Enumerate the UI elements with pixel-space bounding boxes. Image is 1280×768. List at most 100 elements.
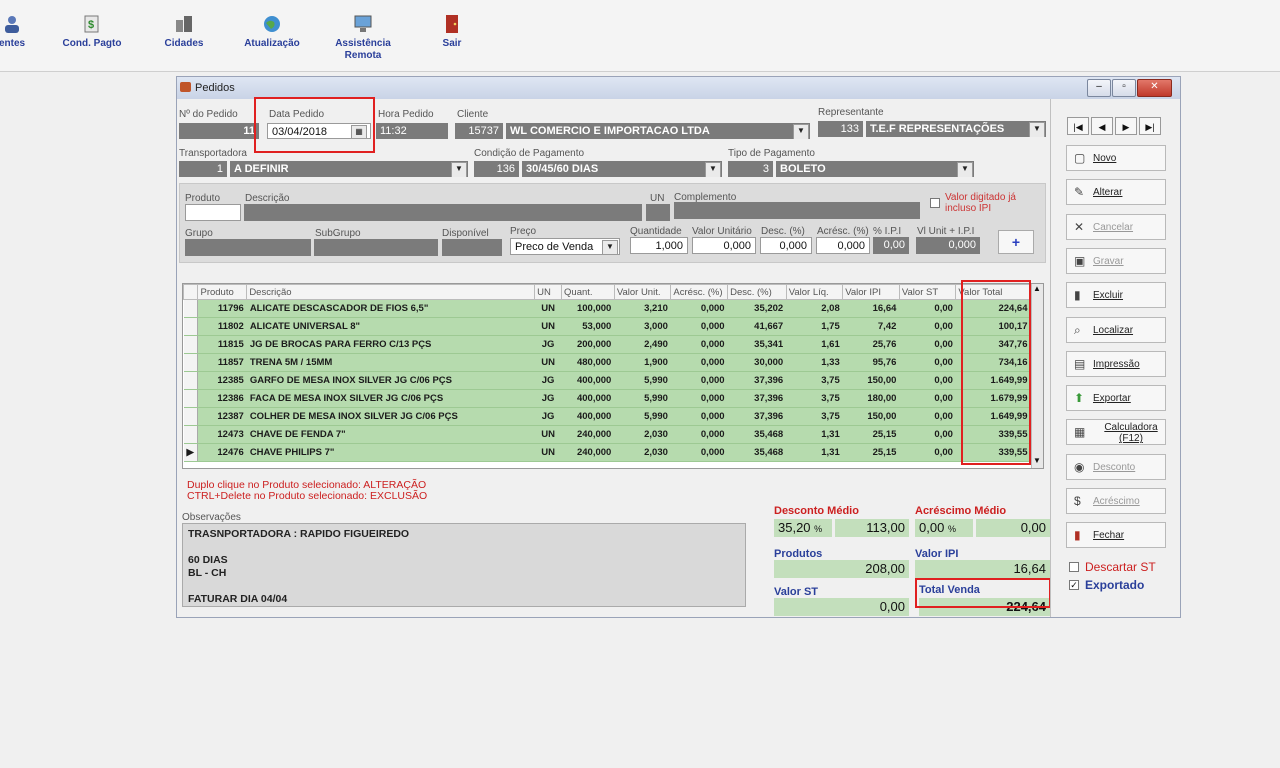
- table-cell: 1,33: [786, 353, 843, 372]
- column-header[interactable]: Valor Unit.: [613, 284, 672, 300]
- valor-ipi-value: 16,64: [915, 560, 1050, 578]
- cliente-code-field[interactable]: 15737: [455, 123, 503, 139]
- table-cell: 25,76: [842, 335, 900, 354]
- table-cell: JG: [534, 407, 562, 426]
- table-cell: 2,08: [786, 299, 843, 318]
- pedido-number-field[interactable]: 11: [179, 123, 259, 139]
- valor-st-label: Valor ST: [774, 586, 819, 598]
- previous-record-button[interactable]: ◀: [1091, 117, 1113, 135]
- close-door-icon: ▮: [1074, 528, 1081, 543]
- column-header[interactable]: Produto: [197, 284, 248, 300]
- acresc-input[interactable]: 0,000: [816, 237, 870, 254]
- tipo-select[interactable]: BOLETO ▼: [776, 161, 974, 177]
- chevron-down-icon[interactable]: ▼: [602, 240, 618, 254]
- descartar-st-checkbox[interactable]: [1069, 562, 1079, 572]
- desconto-button[interactable]: ◉ Desconto: [1066, 453, 1166, 480]
- condicao-select[interactable]: 30/45/60 DIAS ▼: [522, 161, 722, 177]
- gravar-button[interactable]: ▣ Gravar: [1066, 247, 1166, 274]
- table-row[interactable]: 11796 ALICATE DESCASCADOR DE FIOS 6,5" UN 1…: [183, 299, 1031, 318]
- toolbar-sair-button[interactable]: Sair: [432, 14, 472, 49]
- ipi-pct-field[interactable]: 0,00: [873, 237, 909, 254]
- toolbar-atualizacao-button[interactable]: Atualização: [236, 14, 308, 49]
- representante-code-field[interactable]: 133: [818, 121, 863, 137]
- table-row[interactable]: 12386 FACA DE MESA INOX SILVER JG C/06 PÇ…: [183, 389, 1031, 408]
- column-header[interactable]: Desc. (%): [727, 284, 787, 300]
- column-header[interactable]: Descrição: [246, 284, 536, 300]
- table-cell: 1,31: [786, 443, 843, 462]
- toolbar-cond-pagto-button[interactable]: $ Cond. Pagto: [56, 14, 128, 49]
- table-row[interactable]: 11857 TRENA 5M / 15MM UN 480,000 1,900 0,000 3…: [183, 353, 1031, 372]
- table-row[interactable]: 12387 COLHER DE MESA INOX SILVER JG C/06 …: [183, 407, 1031, 426]
- table-cell: 180,00: [842, 389, 900, 408]
- column-header[interactable]: Acrésc. (%): [670, 284, 729, 300]
- transportadora-code-field[interactable]: 1: [179, 161, 227, 177]
- tipo-code-field[interactable]: 3: [728, 161, 773, 177]
- table-row[interactable]: 12473 CHAVE DE FENDA 7" UN 240,000 2,030 0,00…: [183, 425, 1031, 444]
- scroll-up-icon[interactable]: ▲: [1033, 284, 1041, 293]
- descricao-input[interactable]: [244, 204, 642, 221]
- column-header[interactable]: Valor ST: [898, 284, 957, 300]
- calculadora-button[interactable]: ▦ Calculadora (F12): [1066, 419, 1166, 446]
- toolbar-cidades-button[interactable]: Cidades: [156, 14, 212, 49]
- subgrupo-input[interactable]: [314, 239, 438, 256]
- toolbar-assistencia-button[interactable]: Assistência Remota: [328, 14, 398, 62]
- table-row[interactable]: 12385 GARFO DE MESA INOX SILVER JG C/06 P…: [183, 371, 1031, 390]
- alterar-button[interactable]: ✎ Alterar: [1066, 179, 1166, 206]
- excluir-button[interactable]: ▮ Excluir: [1066, 282, 1166, 309]
- transportadora-select[interactable]: A DEFINIR ▼: [230, 161, 468, 177]
- table-cell: 1,61: [786, 335, 843, 354]
- column-header[interactable]: Quant.: [561, 284, 615, 300]
- produto-input[interactable]: [185, 204, 241, 221]
- impressao-button[interactable]: ▤ Impressão: [1066, 350, 1166, 377]
- exportar-button[interactable]: ⬆ Exportar: [1066, 385, 1166, 412]
- table-cell: 12385: [197, 371, 247, 390]
- desc-label: Desc. (%): [761, 226, 805, 237]
- acrescimo-button[interactable]: $ Acréscimo: [1066, 488, 1166, 514]
- condicao-code-field[interactable]: 136: [474, 161, 519, 177]
- ipi-pct-label: % I.P.I: [873, 226, 902, 237]
- next-record-button[interactable]: ▶: [1115, 117, 1137, 135]
- pedido-form: Nº do Pedido 11 Data Pedido 03/04/2018 ▦…: [177, 97, 1051, 617]
- maximize-button[interactable]: ▫: [1112, 79, 1136, 97]
- chevron-down-icon[interactable]: ▼: [957, 162, 973, 177]
- grupo-input[interactable]: [185, 239, 311, 256]
- cliente-select[interactable]: WL COMERCIO E IMPORTACAO LTDA ▼: [506, 123, 810, 139]
- un-label: UN: [650, 193, 665, 204]
- table-cell: 16,64: [842, 299, 900, 318]
- cancelar-button[interactable]: ✕ Cancelar: [1066, 213, 1166, 240]
- column-header[interactable]: Valor IPI: [842, 284, 900, 300]
- last-record-button[interactable]: ▶|: [1139, 117, 1161, 135]
- grid-scrollbar[interactable]: ▲ ▼: [1031, 284, 1043, 468]
- table-row[interactable]: 11815 JG DE BROCAS PARA FERRO C/13 PÇS JG 2…: [183, 335, 1031, 354]
- close-window-button[interactable]: ✕: [1137, 79, 1172, 97]
- chevron-down-icon[interactable]: ▼: [705, 162, 721, 177]
- table-row[interactable]: 11802 ALICATE UNIVERSAL 8" UN 53,000 3,000 0,…: [183, 317, 1031, 336]
- hora-pedido-field[interactable]: 11:32: [376, 123, 448, 139]
- chevron-down-icon[interactable]: ▼: [451, 162, 467, 177]
- add-item-button[interactable]: +: [998, 230, 1034, 254]
- localizar-button[interactable]: ⌕ Localizar: [1066, 316, 1166, 343]
- exportado-checkbox[interactable]: ✓: [1069, 580, 1079, 590]
- representante-select[interactable]: T.E.F REPRESENTAÇÕES ▼: [866, 121, 1046, 137]
- fechar-button[interactable]: ▮ Fechar: [1066, 522, 1166, 549]
- scroll-down-icon[interactable]: ▼: [1033, 456, 1041, 465]
- search-icon: ⌕: [1074, 322, 1081, 337]
- minimize-button[interactable]: ‒: [1087, 79, 1111, 97]
- chevron-down-icon[interactable]: ▼: [1029, 122, 1045, 137]
- novo-button[interactable]: ▢ Novo: [1066, 145, 1166, 171]
- ipi-included-checkbox[interactable]: [930, 198, 940, 208]
- desc-input[interactable]: 0,000: [760, 237, 812, 254]
- column-header[interactable]: Valor Líq.: [785, 284, 844, 300]
- toolbar-clientes-button[interactable]: entes: [0, 14, 34, 49]
- complemento-input[interactable]: [674, 202, 920, 219]
- first-record-button[interactable]: |◀: [1067, 117, 1089, 135]
- un-input[interactable]: [646, 204, 670, 221]
- preco-select[interactable]: Preco de Venda ▼: [510, 238, 620, 255]
- table-cell: UN: [534, 443, 562, 462]
- quantidade-input[interactable]: 1,000: [630, 237, 688, 254]
- valor-unitario-input[interactable]: 0,000: [692, 237, 756, 254]
- chevron-down-icon[interactable]: ▼: [793, 124, 809, 139]
- column-header[interactable]: UN: [534, 284, 563, 300]
- observacoes-textarea[interactable]: TRASNPORTADORA : RAPIDO FIGUEIREDO 60 DIA…: [182, 523, 746, 607]
- table-row[interactable]: ▶ 12476 CHAVE PHILIPS 7" UN 240,000 2,030 0,00…: [183, 443, 1031, 462]
